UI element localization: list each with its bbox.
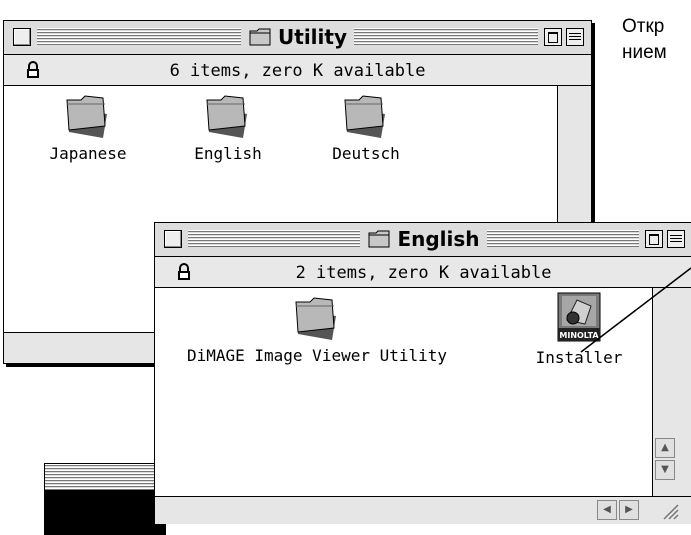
scroll-right-arrow[interactable]: ▶ <box>619 500 639 520</box>
folder-item-english[interactable]: English <box>180 94 276 163</box>
zoom-box[interactable] <box>645 230 663 248</box>
info-bar: 6 items, zero K available <box>4 55 591 86</box>
scroll-down-arrow[interactable]: ▼ <box>655 460 675 480</box>
folder-item-deutsch[interactable]: Deutsch <box>318 94 414 163</box>
folder-title-icon <box>368 230 390 248</box>
minolta-badge: MINOLTA <box>559 331 599 340</box>
window-title-text: Utility <box>278 25 347 49</box>
item-label: Deutsch <box>332 144 400 163</box>
utility-titlebar[interactable]: Utility <box>4 21 591 55</box>
info-bar: 2 items, zero K available <box>155 257 691 288</box>
zoom-box[interactable] <box>544 28 562 46</box>
english-titlebar[interactable]: English <box>155 223 691 257</box>
scroll-up-arrow[interactable]: ▲ <box>655 438 675 458</box>
vertical-scrollbar[interactable]: ▲ ▼ <box>652 288 691 496</box>
scroll-left-arrow[interactable]: ◀ <box>597 500 617 520</box>
instruction-line-2: нием <box>622 42 667 63</box>
window-title-text: English <box>397 227 480 251</box>
horizontal-scrollbar[interactable]: ◀ ▶ <box>155 496 691 524</box>
instruction-text: Откр нием <box>622 14 667 66</box>
minolta-installer-icon: MINOLTA <box>557 292 601 342</box>
items-info: 2 items, zero K available <box>295 263 552 283</box>
installer-item[interactable]: MINOLTA Installer <box>524 292 634 367</box>
folder-icon <box>295 297 336 340</box>
collapse-box[interactable] <box>566 28 584 46</box>
folder-icon <box>66 95 107 138</box>
item-label: Installer <box>535 348 623 367</box>
resize-grip-icon[interactable] <box>660 501 680 521</box>
window-title: English <box>360 226 487 252</box>
item-label: Japanese <box>49 144 127 163</box>
folder-item-japanese[interactable]: Japanese <box>40 94 136 163</box>
folder-icon <box>344 95 385 138</box>
english-window[interactable]: English 2 items, zero K available DiMAGE… <box>154 222 691 524</box>
window-title: Utility <box>241 24 354 50</box>
item-label: DiMAGE Image Viewer Utility <box>186 346 448 365</box>
background-window-titlebar[interactable] <box>45 464 165 491</box>
folder-icon <box>206 95 247 138</box>
item-label: English <box>194 144 262 163</box>
collapse-box[interactable] <box>667 230 685 248</box>
background-window[interactable] <box>44 463 166 535</box>
english-content: DiMAGE Image Viewer Utility MINOLTA Inst… <box>155 288 652 496</box>
items-info: 6 items, zero K available <box>169 61 426 81</box>
folder-title-icon <box>249 28 271 46</box>
folder-item-dimage-viewer[interactable]: DiMAGE Image Viewer Utility <box>157 296 477 365</box>
instruction-line-1: Откр <box>622 16 665 37</box>
